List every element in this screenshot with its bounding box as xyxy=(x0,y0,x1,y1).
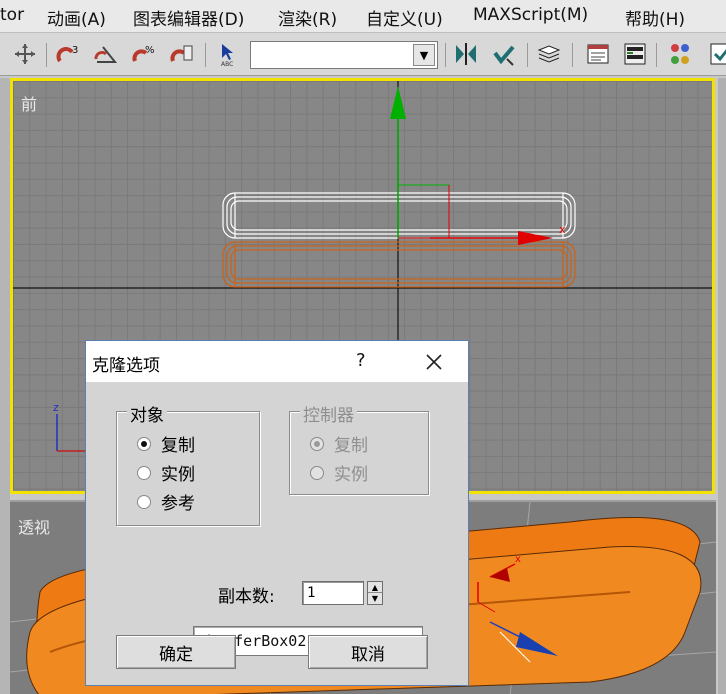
radio-copy[interactable]: 复制 xyxy=(137,431,195,456)
clone-options-dialog: 克隆选项 ? 对象 复制 实例 参考 控制器 复制 实例 副本数: 1 ▲ ▼ … xyxy=(85,340,469,686)
controller-instance-label: 实例 xyxy=(334,465,368,485)
menu-item-customize[interactable]: 自定义(U) xyxy=(366,5,443,30)
radio-button[interactable] xyxy=(137,436,151,451)
edit-named-selection-icon[interactable]: ABC xyxy=(216,41,242,67)
menu-item-help[interactable]: 帮助(H) xyxy=(625,5,685,30)
dialog-title: 克隆选项 xyxy=(92,356,160,376)
align-icon[interactable] xyxy=(491,41,517,67)
menu-bar: tor 动画(A) 图表编辑器(D) 渲染(R) 自定义(U) MAXScrip… xyxy=(0,0,726,32)
radio-button[interactable] xyxy=(137,494,151,509)
left-panel-edge xyxy=(0,78,10,694)
menu-item-graph-editors[interactable]: 图表编辑器(D) xyxy=(133,5,244,30)
axis-z-label: z xyxy=(53,401,59,414)
angle-snap-icon[interactable] xyxy=(93,41,119,67)
gizmo-x-label: x xyxy=(559,223,566,236)
controller-copy-label: 复制 xyxy=(334,436,368,456)
toolbar-separator xyxy=(527,43,528,67)
percent-snap-icon[interactable]: % xyxy=(131,41,157,67)
svg-text:3: 3 xyxy=(72,45,78,56)
clone-object-wireframe xyxy=(222,241,576,288)
menu-item-rendering[interactable]: 渲染(R) xyxy=(278,5,337,30)
menu-item-animation[interactable]: 动画(A) xyxy=(47,5,106,30)
object-group-title: 对象 xyxy=(127,401,167,426)
svg-text:ABC: ABC xyxy=(221,61,233,67)
radio-button[interactable] xyxy=(137,465,151,480)
controller-radio-instance: 实例 xyxy=(310,460,368,485)
menu-item-editor[interactable]: tor xyxy=(0,5,24,25)
spin-up-icon[interactable]: ▲ xyxy=(368,582,382,593)
copies-spinner[interactable]: ▲ ▼ xyxy=(367,581,383,605)
spinner-snap-icon[interactable] xyxy=(169,41,195,67)
material-editor-icon[interactable] xyxy=(708,41,726,67)
curve-editor-icon[interactable] xyxy=(622,41,648,67)
spin-down-icon[interactable]: ▼ xyxy=(368,593,382,604)
chevron-down-icon[interactable]: ▼ xyxy=(413,44,435,66)
controller-group: 控制器 复制 实例 xyxy=(289,401,429,495)
radio-button xyxy=(310,465,324,480)
mirror-icon[interactable] xyxy=(453,41,479,67)
layer-manager-icon[interactable] xyxy=(536,41,562,67)
ok-button[interactable]: 确定 xyxy=(116,635,236,669)
move-gizmo[interactable]: x xyxy=(390,86,566,245)
toolbar-separator xyxy=(205,43,206,67)
controller-group-title: 控制器 xyxy=(300,401,357,426)
svg-text:%: % xyxy=(145,45,155,56)
controller-radio-copy: 复制 xyxy=(310,431,368,456)
radio-instance[interactable]: 实例 xyxy=(137,460,195,485)
main-toolbar: 3 % ABC ▼ xyxy=(0,32,726,76)
toolbar-separator xyxy=(46,43,47,67)
radio-copy-label: 复制 xyxy=(161,436,195,456)
dialog-title-bar[interactable]: 克隆选项 ? xyxy=(86,341,468,382)
menu-item-maxscript[interactable]: MAXScript(M) xyxy=(473,5,588,25)
selected-object-wireframe xyxy=(222,192,576,239)
toolbar-separator xyxy=(572,43,573,67)
cancel-button[interactable]: 取消 xyxy=(308,635,428,669)
right-panel-edge xyxy=(718,78,726,694)
copies-label: 副本数: xyxy=(218,587,275,607)
select-move-icon[interactable] xyxy=(12,41,38,67)
close-icon[interactable] xyxy=(419,347,449,377)
graphite-ribbon-icon[interactable] xyxy=(585,41,611,67)
radio-button xyxy=(310,436,324,451)
schematic-view-icon[interactable] xyxy=(667,41,693,67)
named-selection-dropdown[interactable]: ▼ xyxy=(250,41,438,69)
toolbar-separator xyxy=(445,43,446,67)
svg-text:x: x xyxy=(515,554,521,565)
radio-reference[interactable]: 参考 xyxy=(137,489,195,514)
toolbar-separator xyxy=(656,43,657,67)
help-button[interactable]: ? xyxy=(356,350,366,371)
copies-input[interactable]: 1 xyxy=(302,581,364,605)
radio-reference-label: 参考 xyxy=(161,494,195,514)
snap-3-icon[interactable]: 3 xyxy=(55,41,81,67)
object-group: 对象 复制 实例 参考 xyxy=(116,401,260,526)
radio-instance-label: 实例 xyxy=(161,465,195,485)
